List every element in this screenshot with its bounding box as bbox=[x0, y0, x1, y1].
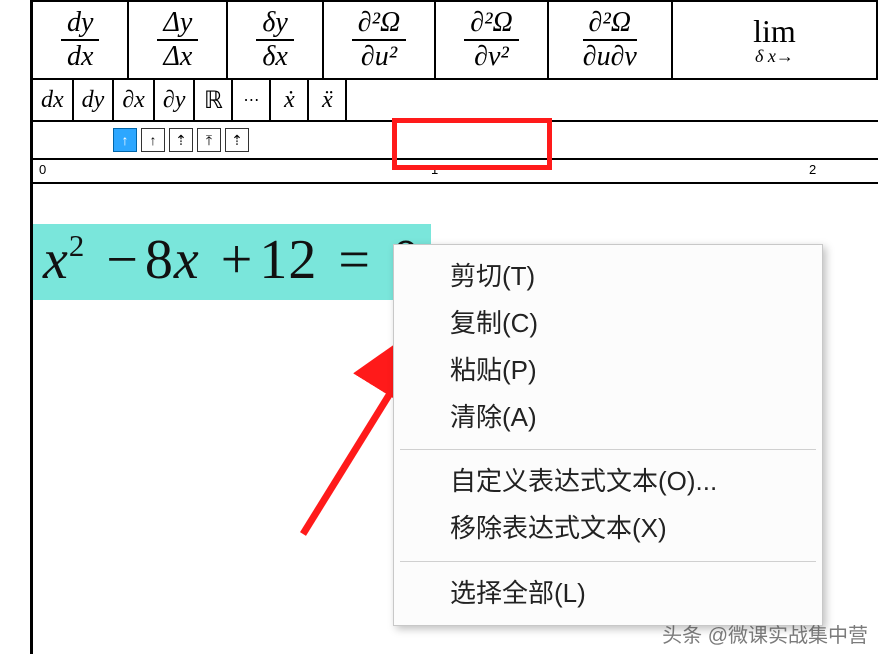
tool-partial-x[interactable]: ∂x bbox=[114, 80, 155, 120]
tool-d2omega-dv2[interactable]: ∂²Ω ∂v² bbox=[436, 2, 548, 78]
tool-limit[interactable]: lim δ x→ bbox=[673, 2, 878, 78]
tool-dy-dx[interactable]: dy dx bbox=[33, 2, 129, 78]
selected-equation[interactable]: x2 −8x +12 = 0 bbox=[33, 224, 431, 300]
lim-sub: δ x→ bbox=[755, 47, 794, 65]
align-btn-5[interactable]: ⇡ bbox=[225, 128, 249, 152]
watermark-text: 头条 @微课实战集中营 bbox=[662, 619, 868, 648]
toolbar-spacer bbox=[347, 80, 878, 120]
align-btn-2[interactable]: ↑ bbox=[141, 128, 165, 152]
frac-den: dx bbox=[61, 41, 99, 71]
frac-num: ∂²Ω bbox=[583, 9, 637, 41]
tool-dots[interactable]: ⋯ bbox=[233, 80, 271, 120]
menu-separator bbox=[400, 561, 816, 562]
eq-var: x bbox=[43, 229, 69, 291]
equation-canvas[interactable]: x2 −8x +12 = 0 剪切(T) 复制(C) 粘贴(P) 清除(A) 自… bbox=[33, 184, 878, 654]
frac-den: ∂u∂v bbox=[577, 41, 643, 71]
symbol-toolbar-row1: dy dx Δy Δx δy δx ∂²Ω ∂u² ∂²Ω ∂v bbox=[33, 0, 878, 78]
tool-dy[interactable]: dy bbox=[74, 80, 115, 120]
align-btn-4[interactable]: ⤒ bbox=[197, 128, 221, 152]
tool-xdot[interactable]: ẋ bbox=[271, 80, 309, 120]
menu-custom-expression-text[interactable]: 自定义表达式文本(O)... bbox=[394, 458, 822, 505]
alignment-icon-strip: ↑ ↑ ⇡ ⤒ ⇡ bbox=[33, 122, 878, 158]
ruler-tick-2: 2 bbox=[809, 162, 816, 177]
tool-xddot[interactable]: ẍ bbox=[309, 80, 347, 120]
frac-den: Δx bbox=[157, 41, 198, 71]
lim-text: lim bbox=[753, 15, 796, 47]
ruler-tick-0: 0 bbox=[39, 162, 46, 177]
menu-paste[interactable]: 粘贴(P) bbox=[394, 347, 822, 394]
tool-d2omega-dudv[interactable]: ∂²Ω ∂u∂v bbox=[549, 2, 673, 78]
tool-deltay-deltax[interactable]: δy δx bbox=[228, 2, 323, 78]
menu-cut[interactable]: 剪切(T) bbox=[394, 253, 822, 300]
context-menu: 剪切(T) 复制(C) 粘贴(P) 清除(A) 自定义表达式文本(O)... 移… bbox=[393, 244, 823, 626]
eq-var2: x bbox=[174, 229, 200, 291]
frac-num: δy bbox=[256, 9, 293, 41]
eq-exp: 2 bbox=[69, 229, 85, 263]
tool-partial-y[interactable]: ∂y bbox=[155, 80, 196, 120]
menu-copy[interactable]: 复制(C) bbox=[394, 300, 822, 347]
tool-d2omega-du2[interactable]: ∂²Ω ∂u² bbox=[324, 2, 436, 78]
menu-select-all[interactable]: 选择全部(L) bbox=[394, 570, 822, 617]
symbol-toolbar-row2: dx dy ∂x ∂y ℝ ⋯ ẋ ẍ bbox=[33, 78, 878, 122]
ruler[interactable]: 0 1 2 bbox=[33, 158, 878, 184]
menu-remove-expression-text[interactable]: 移除表达式文本(X) bbox=[394, 505, 822, 552]
tool-dx[interactable]: dx bbox=[33, 80, 74, 120]
frac-den: δx bbox=[256, 41, 293, 71]
tool-real-R[interactable]: ℝ bbox=[195, 80, 233, 120]
align-btn-1[interactable]: ↑ bbox=[113, 128, 137, 152]
frac-num: ∂²Ω bbox=[352, 9, 406, 41]
menu-clear[interactable]: 清除(A) bbox=[394, 394, 822, 441]
frac-den: ∂u² bbox=[355, 41, 403, 71]
frac-num: ∂²Ω bbox=[464, 9, 518, 41]
eq-coef2: 8 bbox=[145, 229, 174, 291]
frac-den: ∂v² bbox=[468, 41, 515, 71]
eq-minus: − bbox=[100, 229, 145, 291]
frac-num: dy bbox=[61, 9, 99, 41]
ruler-tick-1: 1 bbox=[431, 162, 438, 177]
align-btn-3[interactable]: ⇡ bbox=[169, 128, 193, 152]
frac-num: Δy bbox=[157, 9, 198, 41]
eq-plus: + bbox=[215, 229, 260, 291]
editor-frame: dy dx Δy Δx δy δx ∂²Ω ∂u² ∂²Ω ∂v bbox=[30, 0, 878, 654]
eq-equals: = bbox=[332, 229, 377, 291]
menu-separator bbox=[400, 449, 816, 450]
eq-term3: 12 bbox=[259, 229, 317, 291]
tool-Dy-Dx[interactable]: Δy Δx bbox=[129, 2, 228, 78]
